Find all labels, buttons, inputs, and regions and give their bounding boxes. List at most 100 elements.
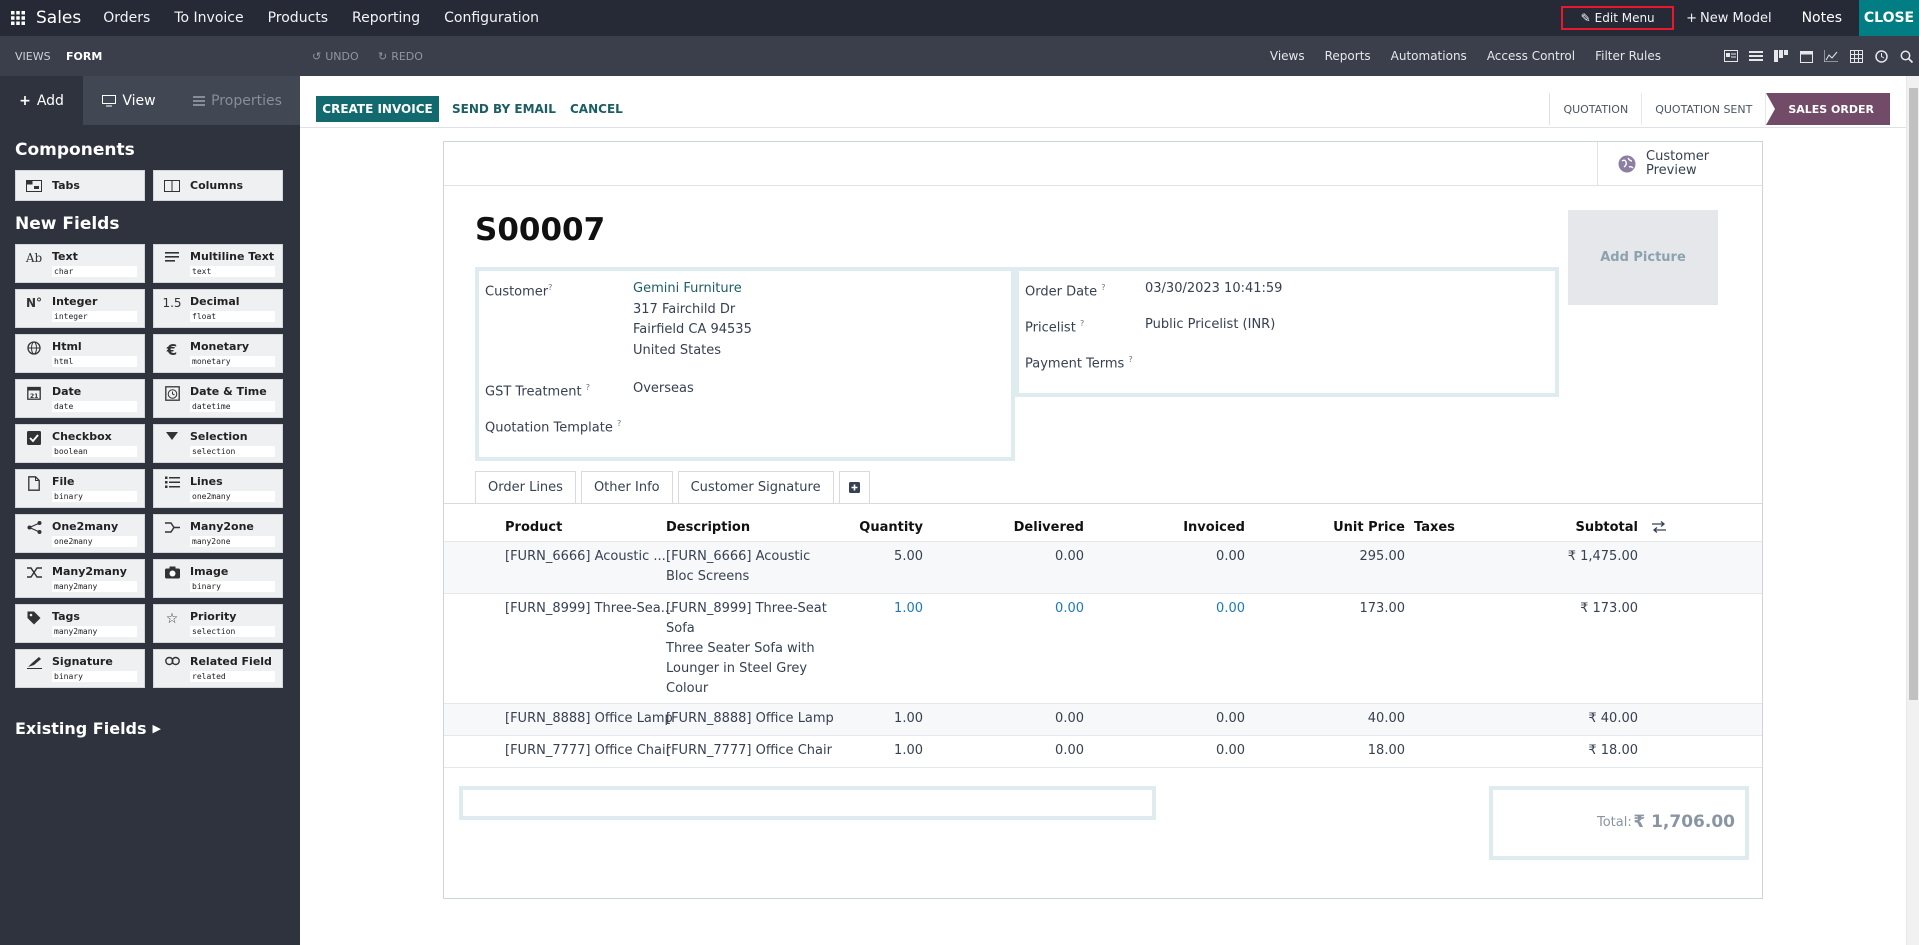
pivot-view-icon[interactable] bbox=[1847, 47, 1865, 65]
field-decimal[interactable]: 1.5 Decimal float bbox=[153, 289, 283, 328]
field-text[interactable]: Ab Text char bbox=[15, 244, 145, 283]
field-file[interactable]: File binary bbox=[15, 469, 145, 508]
field-date[interactable]: 21 Date date bbox=[15, 379, 145, 418]
field-priority[interactable]: ☆ Priority selection bbox=[153, 604, 283, 643]
cancel-button[interactable]: CANCEL bbox=[570, 102, 623, 116]
field-multiline-text[interactable]: Multiline Text text bbox=[153, 244, 283, 283]
monitor-icon bbox=[102, 94, 117, 107]
clock-icon bbox=[154, 380, 190, 417]
table-row[interactable]: [FURN_7777] Office Chair [FURN_7777] Off… bbox=[444, 736, 1762, 768]
send-by-email-button[interactable]: SEND BY EMAIL bbox=[452, 102, 556, 116]
table-row[interactable]: [FURN_8888] Office Lamp [FURN_8888] Offi… bbox=[444, 704, 1762, 736]
tab-properties[interactable]: Properties bbox=[175, 76, 300, 125]
breadcrumb-views[interactable]: VIEWS bbox=[15, 50, 51, 63]
field-lines[interactable]: Lines one2many bbox=[153, 469, 283, 508]
form-view-icon[interactable] bbox=[1722, 47, 1740, 65]
edit-menu-button[interactable]: ✎ Edit Menu bbox=[1561, 6, 1675, 30]
col-taxes[interactable]: Taxes bbox=[1414, 520, 1455, 535]
customer-group[interactable]: Customer? Gemini Furniture 317 Fairchild… bbox=[475, 267, 1015, 461]
field-related[interactable]: Related Field related bbox=[153, 649, 283, 688]
stage-quotation[interactable]: QUOTATION bbox=[1550, 93, 1643, 125]
table-row[interactable]: [FURN_6666] Acoustic ... [FURN_6666] Aco… bbox=[444, 542, 1762, 594]
field-datetime[interactable]: Date & Time datetime bbox=[153, 379, 283, 418]
new-model-button[interactable]: + New Model bbox=[1686, 11, 1771, 26]
field-monetary[interactable]: € Monetary monetary bbox=[153, 334, 283, 373]
notebook-tabs: Order Lines Other Info Customer Signatur… bbox=[475, 471, 875, 504]
field-tags[interactable]: Tags many2many bbox=[15, 604, 145, 643]
link-reports[interactable]: Reports bbox=[1325, 49, 1371, 63]
components-grid: Tabs Columns bbox=[15, 170, 300, 201]
field-type: html bbox=[52, 356, 137, 367]
customer-preview-button[interactable]: Customer Preview bbox=[1597, 142, 1762, 186]
close-button[interactable]: CLOSE bbox=[1859, 0, 1919, 36]
col-product[interactable]: Product bbox=[505, 520, 562, 535]
stage-sales-order[interactable]: SALES ORDER bbox=[1766, 93, 1890, 125]
checkbox-icon bbox=[16, 425, 52, 462]
page-scrollbar[interactable] bbox=[1906, 76, 1919, 945]
menu-reporting[interactable]: Reporting bbox=[352, 10, 420, 26]
field-many2many[interactable]: Many2many many2many bbox=[15, 559, 145, 598]
activity-view-icon[interactable] bbox=[1872, 47, 1890, 65]
field-checkbox[interactable]: Checkbox boolean bbox=[15, 424, 145, 463]
terms-note-field[interactable] bbox=[459, 786, 1156, 820]
tab-add[interactable]: + Add bbox=[0, 76, 83, 125]
field-html[interactable]: Html html bbox=[15, 334, 145, 373]
tab-order-lines[interactable]: Order Lines bbox=[475, 471, 576, 504]
link-views[interactable]: Views bbox=[1270, 49, 1305, 63]
component-columns[interactable]: Columns bbox=[153, 170, 283, 201]
field-integer[interactable]: N° Integer integer bbox=[15, 289, 145, 328]
component-tabs[interactable]: Tabs bbox=[15, 170, 145, 201]
order-info-group[interactable]: Order Date ? 03/30/2023 10:41:59 Priceli… bbox=[1015, 267, 1559, 397]
create-invoice-button[interactable]: CREATE INVOICE bbox=[316, 96, 439, 122]
redo-button[interactable]: ↻ REDO bbox=[378, 50, 423, 63]
link-access-control[interactable]: Access Control bbox=[1487, 49, 1575, 63]
stage-quotation-sent[interactable]: QUOTATION SENT bbox=[1642, 93, 1767, 125]
col-description[interactable]: Description bbox=[666, 520, 750, 535]
tab-customer-signature[interactable]: Customer Signature bbox=[677, 471, 834, 504]
undo-button[interactable]: ↺ UNDO bbox=[312, 50, 359, 63]
menu-to-invoice[interactable]: To Invoice bbox=[174, 10, 243, 26]
customer-link[interactable]: Gemini Furniture bbox=[633, 281, 742, 296]
field-one2many[interactable]: One2many one2many bbox=[15, 514, 145, 553]
link-automations[interactable]: Automations bbox=[1391, 49, 1467, 63]
existing-fields-toggle[interactable]: Existing Fields ▶ bbox=[15, 719, 161, 738]
col-subtotal[interactable]: Subtotal bbox=[1524, 520, 1638, 535]
app-brand[interactable]: Sales bbox=[36, 8, 81, 28]
add-tab-button[interactable] bbox=[838, 471, 870, 504]
tab-properties-label: Properties bbox=[211, 92, 282, 109]
search-view-icon[interactable] bbox=[1897, 47, 1915, 65]
field-signature[interactable]: Signature binary bbox=[15, 649, 145, 688]
graph-view-icon[interactable] bbox=[1822, 47, 1840, 65]
kanban-view-icon[interactable] bbox=[1772, 47, 1790, 65]
field-many2one[interactable]: Many2one many2one bbox=[153, 514, 283, 553]
menu-products[interactable]: Products bbox=[268, 10, 328, 26]
column-settings-icon[interactable] bbox=[1652, 521, 1666, 533]
col-unit-price[interactable]: Unit Price bbox=[1294, 520, 1405, 535]
col-invoiced[interactable]: Invoiced bbox=[1134, 520, 1245, 535]
apps-menu-icon[interactable] bbox=[0, 0, 36, 36]
cell-invoiced: 0.00 bbox=[1216, 601, 1245, 616]
add-picture-placeholder[interactable]: Add Picture bbox=[1568, 210, 1718, 305]
menu-orders[interactable]: Orders bbox=[103, 10, 150, 26]
cell-product: [FURN_6666] Acoustic ... bbox=[505, 549, 666, 564]
field-image[interactable]: Image binary bbox=[153, 559, 283, 598]
link-filter-rules[interactable]: Filter Rules bbox=[1595, 49, 1661, 63]
field-selection[interactable]: Selection selection bbox=[153, 424, 283, 463]
totals-box[interactable]: Total: ₹ 1,706.00 bbox=[1489, 786, 1749, 860]
list-view-icon[interactable] bbox=[1747, 47, 1765, 65]
field-type: many2one bbox=[190, 536, 275, 547]
scrollbar-thumb[interactable] bbox=[1909, 88, 1918, 700]
col-quantity[interactable]: Quantity bbox=[818, 520, 923, 535]
redo-label: REDO bbox=[391, 49, 423, 63]
notes-button[interactable]: Notes bbox=[1802, 10, 1842, 26]
help-icon: ? bbox=[616, 419, 622, 428]
calendar-view-icon[interactable] bbox=[1797, 47, 1815, 65]
col-delivered[interactable]: Delivered bbox=[974, 520, 1084, 535]
menu-configuration[interactable]: Configuration bbox=[444, 10, 539, 26]
tab-other-info[interactable]: Other Info bbox=[580, 471, 673, 504]
tab-view[interactable]: View bbox=[83, 76, 175, 125]
field-type: many2many bbox=[52, 626, 137, 637]
table-row[interactable]: [FURN_8999] Three-Sea... [FURN_8999] Thr… bbox=[444, 594, 1762, 704]
field-type: monetary bbox=[190, 356, 275, 367]
caret-down-icon bbox=[154, 425, 190, 462]
